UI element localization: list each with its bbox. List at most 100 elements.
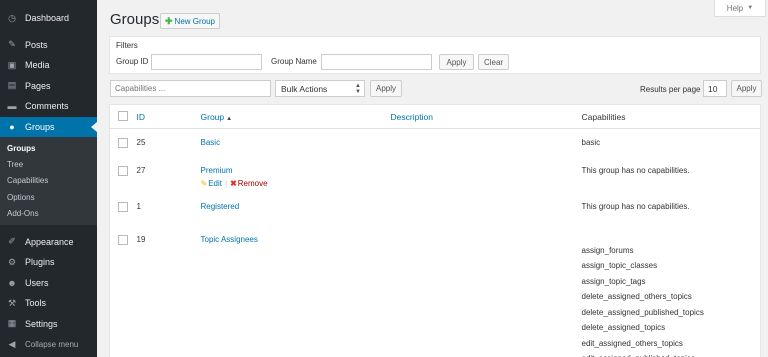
new-group-label: New Group [174,16,216,26]
pin-icon: ✎ [8,39,16,50]
select-all-checkbox[interactable] [118,110,128,121]
row-group-cell: Premium ✎Edit | ✖Remove [201,162,391,198]
edit-action[interactable]: ✎Edit [201,179,223,188]
row-id: 25 [136,138,146,147]
filters-apply-button[interactable]: Apply [439,54,474,70]
row-checkbox[interactable] [118,165,128,176]
row-description [391,198,582,232]
capability-list: assign_forums assign_topic_classes assig… [582,235,761,357]
row-checkbox[interactable] [118,201,128,212]
row-capabilities: This group has no capabilities. [582,198,761,232]
menu-posts[interactable]: ✎ Posts [0,35,97,56]
column-group-label[interactable]: Group [201,112,225,122]
table-row: 1 Registered This group has no capabilit… [110,198,761,232]
column-capabilities-label: Capabilities [581,111,626,122]
plus-icon: ✚ [165,15,173,26]
menu-label: Comments [25,101,69,112]
comments-icon: ▬ [7,101,17,112]
capability-item: assign_topic_tags [581,276,646,286]
capability-item: This group has no capabilities. [581,165,690,175]
row-checkbox[interactable] [118,234,128,245]
menu-comments[interactable]: ▬ Comments [0,96,97,117]
row-checkbox-cell [110,232,137,357]
remove-x-icon: ✖ [230,178,237,188]
bulk-actions-label: Bulk Actions [281,83,328,94]
results-per-page-input[interactable]: 10 [703,80,727,97]
row-group-cell: Registered [201,198,391,232]
column-description-label[interactable]: Description [391,112,434,122]
column-id[interactable]: ID [136,104,201,129]
column-id-label[interactable]: ID [137,112,146,122]
menu-appearance[interactable]: ✐ Appearance [0,231,97,252]
results-apply-button[interactable]: Apply [731,80,762,97]
row-checkbox-cell [110,129,137,162]
column-group[interactable]: Group ▲ [200,104,391,129]
capability-item: assign_topic_classes [581,261,658,270]
menu-label: Media [25,60,50,71]
menu-users[interactable]: ☻ Users [0,272,97,293]
edit-label: Edit [208,178,222,188]
menu-plugins[interactable]: ⚙ Plugins [0,252,97,273]
plugin-icon: ⚙ [7,256,17,267]
select-arrows-icon: ▲ ▼ [355,83,361,95]
group-name-link[interactable]: Premium [201,166,233,175]
admin-sidebar: ◷ Dashboard ✎ Posts ▣ Media ▤ Pages ▬ Comment… [0,0,97,357]
menu-pages[interactable]: ▤ Pages [0,76,97,97]
select-all-cell [109,104,137,129]
row-group-cell: Basic [201,129,391,162]
row-id: 19 [136,234,146,244]
column-description[interactable]: Description [390,104,582,129]
group-name-link[interactable]: Registered [201,202,240,211]
capabilities-input[interactable] [110,80,271,97]
row-description [391,162,582,198]
caret-down-icon: ▼ [747,5,754,11]
row-capabilities: basic [582,129,761,162]
submenu-tree[interactable]: Tree [0,156,97,172]
wrench-icon: ⚒ [7,297,17,308]
submenu-add-ons[interactable]: Add-Ons [0,205,97,221]
group-name-input[interactable] [321,54,432,70]
row-id: 27 [136,165,146,175]
menu-label: Pages [25,80,51,91]
settings-icon: ▦ [7,318,17,329]
submenu-groups[interactable]: Groups [0,140,97,156]
help-tab[interactable]: Help ▼ [714,0,766,17]
submenu-capabilities[interactable]: Capabilities [0,173,97,189]
menu-tools[interactable]: ⚒ Tools [0,293,97,314]
filters-clear-button[interactable]: Clear [478,54,509,70]
menu-label: Tools [25,298,47,309]
menu-label: Dashboard [25,13,70,24]
table-row: 19 Topic Assignees assign_forums assign_… [110,232,761,357]
table-row: 25 Basic basic [110,129,761,162]
menu-settings[interactable]: ▦ Settings [0,313,97,334]
menu-media[interactable]: ▣ Media [0,55,97,76]
column-capabilities: Capabilities [581,104,761,129]
row-checkbox[interactable] [118,138,128,148]
collapse-icon: ◀ [8,338,16,349]
bulk-actions-select[interactable]: Bulk Actions ▲ ▼ [275,80,365,97]
menu-label: Users [25,277,49,288]
page-title: Groups [110,11,160,28]
remove-action[interactable]: ✖Remove [230,179,268,188]
dashboard-icon: ◷ [8,12,16,23]
bulk-apply-button[interactable]: Apply [370,80,402,97]
row-capabilities: This group has no capabilities. [582,162,761,198]
capability-item: delete_assigned_others_topics [581,292,692,301]
media-icon: ▣ [7,59,17,70]
menu-dashboard[interactable]: ◷ Dashboard [0,8,97,29]
action-separator: | [225,178,228,188]
capability-item: edit_assigned_others_topics [581,338,683,348]
capability-item: delete_assigned_topics [581,323,666,332]
menu-label: Posts [25,39,48,50]
collapse-menu[interactable]: ◀ Collapse menu [0,334,97,355]
row-description [391,129,582,162]
submenu-options[interactable]: Options [0,189,97,205]
menu-groups[interactable]: ● Groups [0,116,97,137]
menu-label: Appearance [25,236,74,247]
menu-label: Plugins [25,257,55,268]
group-name-link[interactable]: Basic [201,138,221,147]
menu-label: Settings [25,318,58,329]
new-group-button[interactable]: ✚ New Group [160,13,221,29]
group-name-link[interactable]: Topic Assignees [201,235,258,244]
group-id-input[interactable] [151,54,262,70]
